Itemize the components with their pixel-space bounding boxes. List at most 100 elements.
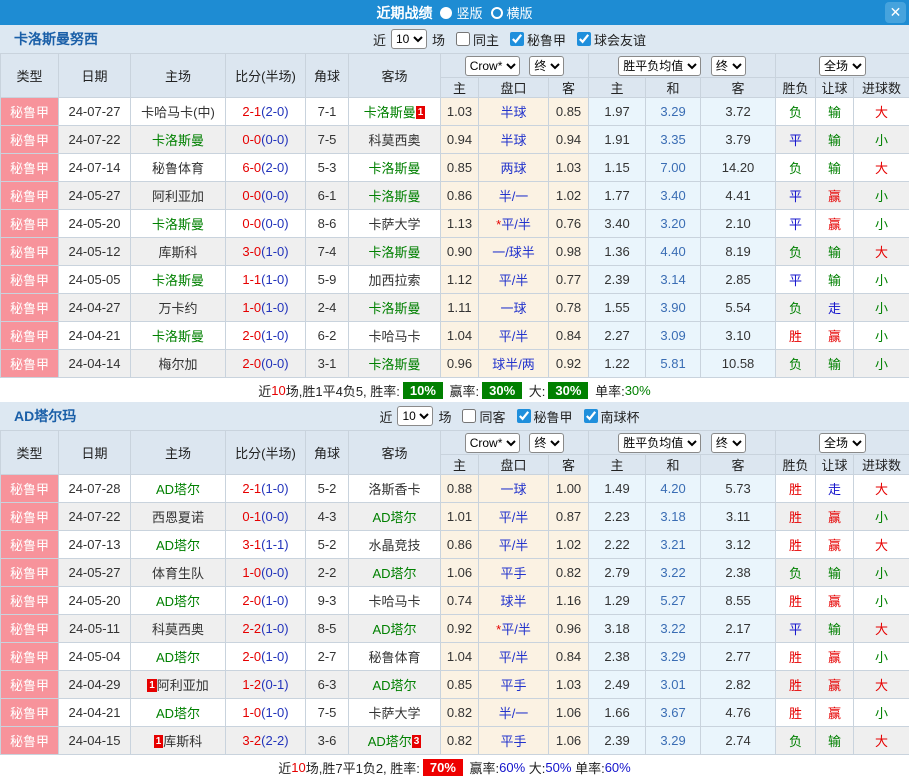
avg-away-cell: 2.10 [701, 210, 776, 238]
halftime-score: (0-0) [261, 188, 288, 203]
avg-time-select[interactable]: 终 [711, 433, 746, 453]
handicap-cell: 半球 [479, 98, 549, 126]
league-checkbox[interactable] [517, 409, 531, 423]
avg-home-cell: 2.27 [589, 322, 646, 350]
corner-cell: 5-9 [306, 266, 349, 294]
handicap-cell: 平/半 [479, 503, 549, 531]
avg-away-cell: 2.85 [701, 266, 776, 294]
scope-select[interactable]: 全场 [819, 56, 866, 76]
table-row: 秘鲁甲 24-05-05 卡洛斯曼 1-1(1-0) 5-9 加西拉索 1.12… [1, 266, 909, 294]
odds-company-select[interactable]: Crow* [465, 433, 520, 453]
away-team-cell: AD塔尔 [349, 503, 441, 531]
col-header-date: 日期 [59, 431, 131, 475]
handicap-result-cell: 输 [816, 126, 854, 154]
avg-away-cell: 4.41 [701, 182, 776, 210]
handicap-result-cell: 输 [816, 615, 854, 643]
home-odds-cell: 0.86 [441, 531, 479, 559]
filter-controls: 近 10 场 同主 秘鲁甲 球会友谊 [270, 29, 909, 49]
home-team-name: AD塔尔 [156, 594, 200, 609]
match-count-select[interactable]: 10 [391, 29, 427, 49]
halftime-score: (2-0) [261, 104, 288, 119]
score-cell: 0-0(0-0) [226, 182, 306, 210]
handicap-result-cell: 输 [816, 98, 854, 126]
scope-header: 全场 [776, 431, 909, 455]
avg-draw-cell: 3.40 [646, 182, 701, 210]
home-odds-cell: 0.85 [441, 154, 479, 182]
avg-draw-cell: 3.22 [646, 559, 701, 587]
sub-header-home-odds: 主 [441, 455, 479, 475]
corner-cell: 6-3 [306, 671, 349, 699]
odds-company-header: Crow* 终 [441, 54, 589, 78]
avg-home-cell: 2.39 [589, 266, 646, 294]
home-team-name: 卡洛斯曼 [152, 329, 204, 344]
result-cell: 负 [776, 559, 816, 587]
avg-draw-cell: 3.18 [646, 503, 701, 531]
home-team-cell: 万卡约 [131, 294, 226, 322]
rank-badge: 1 [154, 735, 164, 748]
handicap-cell: 平/半 [479, 531, 549, 559]
corner-cell: 5-2 [306, 475, 349, 503]
close-button[interactable]: ✕ [885, 2, 906, 23]
date-cell: 24-05-05 [59, 266, 131, 294]
matches-tbody-2: 秘鲁甲 24-07-28 AD塔尔 2-1(1-0) 5-2 洛斯香卡 0.88… [1, 475, 909, 755]
match-count-select[interactable]: 10 [397, 406, 433, 426]
avg-odds-select[interactable]: 胜平负均值 [618, 433, 701, 453]
halftime-score: (0-0) [261, 509, 288, 524]
sub-header-avg-home: 主 [589, 78, 646, 98]
home-team-name: 库斯科 [163, 734, 202, 749]
fulltime-score: 1-0 [242, 300, 261, 315]
date-cell: 24-05-27 [59, 182, 131, 210]
goals-cell: 小 [854, 266, 909, 294]
avg-away-cell: 4.76 [701, 699, 776, 727]
table-row: 秘鲁甲 24-05-11 科莫西奥 2-2(1-0) 8-5 AD塔尔 0.92… [1, 615, 909, 643]
table-row: 秘鲁甲 24-04-21 卡洛斯曼 2-0(1-0) 6-2 卡哈马卡 1.04… [1, 322, 909, 350]
goals-cell: 小 [854, 350, 909, 378]
away-team-cell: 卡洛斯曼 [349, 154, 441, 182]
table-row: 秘鲁甲 24-05-27 阿利亚加 0-0(0-0) 6-1 卡洛斯曼 0.86… [1, 182, 909, 210]
sub-header-goals: 进球数 [854, 78, 909, 98]
away-team-name: 卡洛斯曼 [368, 301, 420, 316]
avg-draw-cell: 3.35 [646, 126, 701, 154]
cup-checkbox[interactable] [584, 409, 598, 423]
avg-home-cell: 1.97 [589, 98, 646, 126]
handicap-result-cell: 赢 [816, 322, 854, 350]
odds-company-select[interactable]: Crow* [465, 56, 520, 76]
horizontal-layout-radio[interactable] [491, 7, 503, 19]
home-odds-cell: 1.12 [441, 266, 479, 294]
score-cell: 1-0(1-0) [226, 699, 306, 727]
cup-checkbox[interactable] [577, 32, 591, 46]
sub-header-give: 让球 [816, 455, 854, 475]
scope-select[interactable]: 全场 [819, 433, 866, 453]
odds-time-select[interactable]: 终 [529, 433, 564, 453]
handicap-cell: 平手 [479, 671, 549, 699]
avg-home-cell: 1.77 [589, 182, 646, 210]
avg-odds-select[interactable]: 胜平负均值 [618, 56, 701, 76]
summary-segment: 30% [482, 382, 522, 399]
summary-segment: 60% [499, 760, 525, 775]
goals-cell: 小 [854, 559, 909, 587]
fulltime-score: 0-0 [242, 216, 261, 231]
home-team-cell: 卡哈马卡(中) [131, 98, 226, 126]
avg-away-cell: 8.55 [701, 587, 776, 615]
handicap-result-cell: 走 [816, 475, 854, 503]
away-team-name: 水晶竞技 [368, 538, 420, 553]
away-odds-cell: 0.82 [549, 559, 589, 587]
col-header-away: 客场 [349, 54, 441, 98]
handicap-result-cell: 赢 [816, 643, 854, 671]
home-team-cell: 阿利亚加 [131, 182, 226, 210]
summary-segment: 场,胜7平1负2, 胜率: [306, 758, 420, 777]
away-odds-cell: 0.78 [549, 294, 589, 322]
odds-time-select[interactable]: 终 [529, 56, 564, 76]
avg-time-select[interactable]: 终 [711, 56, 746, 76]
league-label: 秘鲁甲 [534, 407, 573, 426]
league-checkbox[interactable] [510, 32, 524, 46]
league-type-cell: 秘鲁甲 [1, 727, 59, 755]
same-venue-checkbox[interactable] [462, 409, 476, 423]
table-row: 秘鲁甲 24-07-14 秘鲁体育 6-0(2-0) 5-3 卡洛斯曼 0.85… [1, 154, 909, 182]
away-team-cell: 加西拉索 [349, 266, 441, 294]
sub-header-avg-draw: 和 [646, 78, 701, 98]
away-odds-cell: 1.06 [549, 699, 589, 727]
league-type-cell: 秘鲁甲 [1, 503, 59, 531]
vertical-layout-radio[interactable] [440, 7, 452, 19]
same-venue-checkbox[interactable] [456, 32, 470, 46]
